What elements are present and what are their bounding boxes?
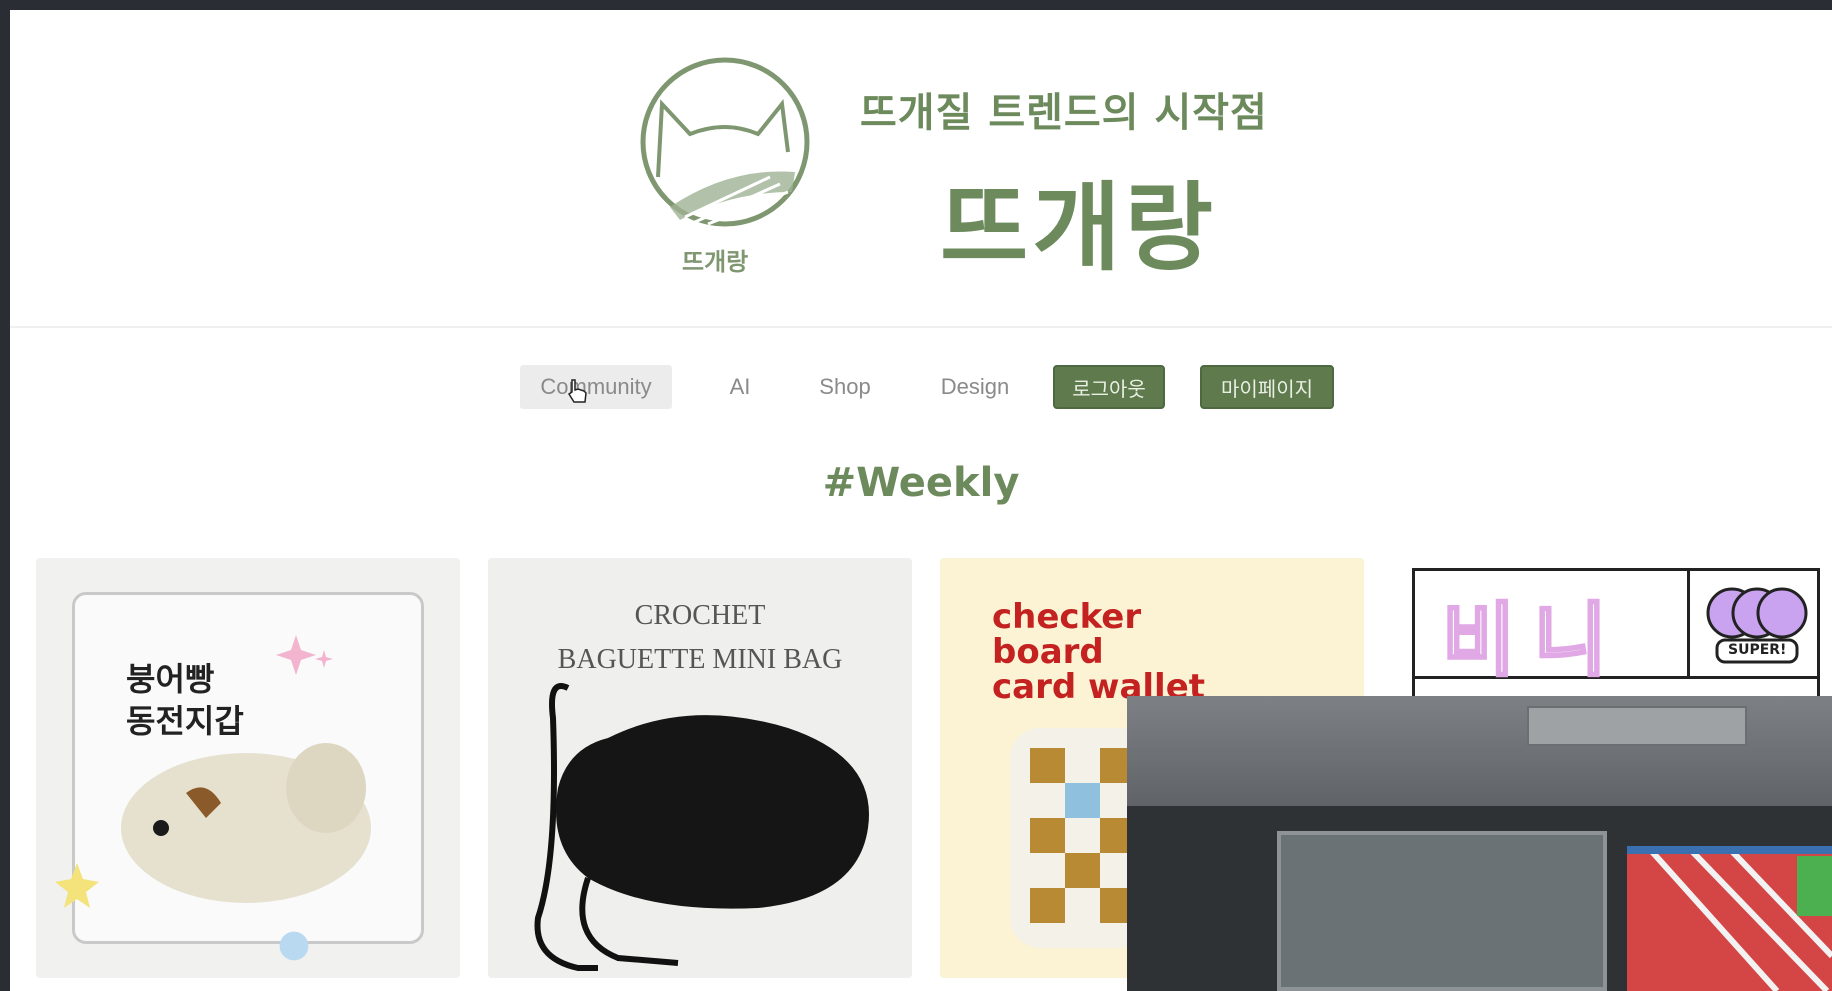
- nav-item-label: Shop: [819, 374, 871, 399]
- main-nav: Community AI Shop Design 로그아웃 마이페이지: [10, 365, 1832, 415]
- hand-cursor-icon: [567, 379, 587, 403]
- logout-button[interactable]: 로그아웃: [1053, 365, 1165, 409]
- nav-item-shop[interactable]: Shop: [800, 365, 890, 409]
- flower-icon: [279, 931, 309, 961]
- nav-item-design[interactable]: Design: [920, 365, 1030, 409]
- site-header: 뜨개랑 뜨개질 트렌드의 시작점 뜨개랑: [10, 10, 1832, 328]
- knitted-pouch-image: [121, 743, 371, 903]
- card-title: 비니: [1440, 593, 1626, 689]
- logo-caption: 뜨개랑: [682, 248, 749, 276]
- nav-item-ai[interactable]: AI: [710, 365, 770, 409]
- nav-item-label: Community: [540, 374, 652, 399]
- card-grid-divider-v: [1687, 568, 1690, 678]
- star-icon: [55, 863, 99, 908]
- screen-content: [1627, 846, 1832, 991]
- overlay-photo: [1127, 696, 1832, 991]
- section-title: #Weekly: [822, 460, 1020, 506]
- black-bag-image: [534, 683, 869, 971]
- mypage-button[interactable]: 마이페이지: [1200, 365, 1334, 409]
- product-card[interactable]: CROCHET BAGUETTE MINI BAG: [488, 558, 912, 978]
- ceiling-vent: [1527, 706, 1747, 746]
- badge: SUPER!: [1728, 642, 1787, 658]
- nav-item-label: AI: [729, 374, 751, 399]
- whiteboard: [1277, 831, 1607, 991]
- card-title-line1: CROCHET: [634, 600, 766, 631]
- window-top-bar: [0, 0, 1832, 10]
- web-page: 뜨개랑 뜨개질 트렌드의 시작점 뜨개랑 Community AI Shop D…: [10, 10, 1832, 991]
- brand-name[interactable]: 뜨개랑: [940, 150, 1217, 289]
- nav-item-community[interactable]: Community: [520, 365, 672, 409]
- card-title: checker board card wallet: [992, 597, 1206, 707]
- sparkle-icon: [276, 635, 333, 675]
- card-title-line2: BAGUETTE MINI BAG: [557, 644, 843, 675]
- nav-item-label: Design: [940, 374, 1010, 399]
- tagline: 뜨개질 트렌드의 시작점: [860, 90, 1268, 136]
- product-card[interactable]: 붕어빵 동전지갑: [36, 558, 460, 978]
